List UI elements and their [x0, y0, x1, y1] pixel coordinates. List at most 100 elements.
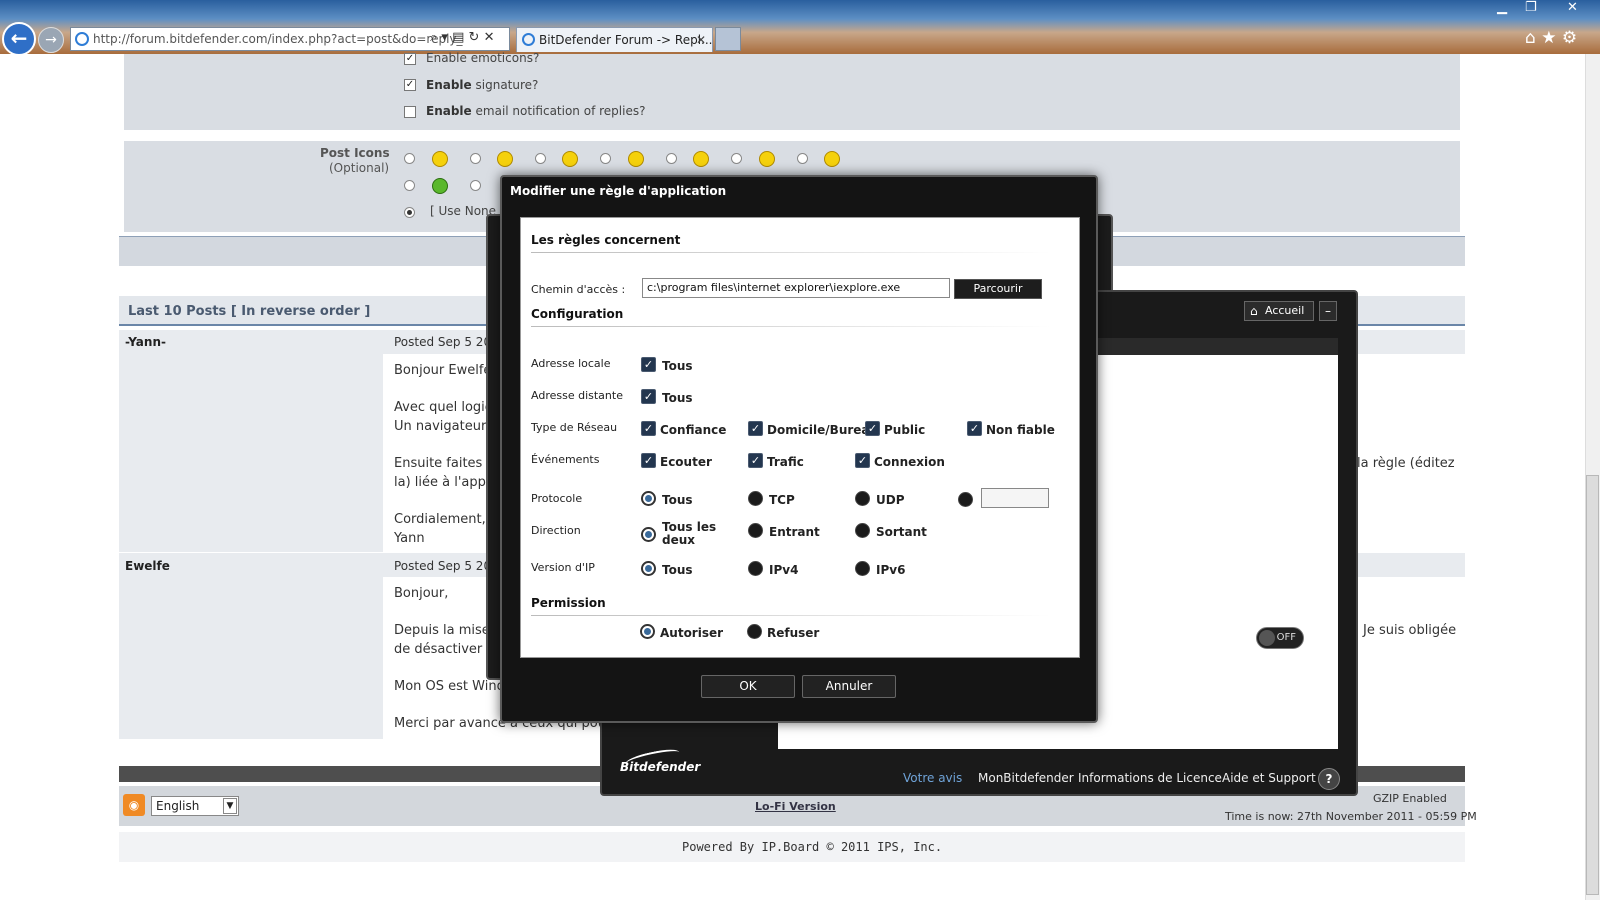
browse-button[interactable]: Parcourir — [954, 279, 1042, 299]
permission-section-title: Permission — [531, 596, 606, 610]
protocol-other-radio[interactable] — [958, 492, 973, 507]
post-line: la règle (éditez — [1357, 456, 1455, 471]
post-icon-radio[interactable] — [470, 153, 481, 164]
lofi-link[interactable]: Lo-Fi Version — [755, 800, 836, 813]
post-line: Yann — [394, 531, 425, 546]
direction-sortant-radio[interactable] — [855, 523, 870, 538]
ip-v4-radio[interactable] — [748, 561, 763, 576]
tab-close-icon[interactable]: ✕ — [696, 28, 706, 52]
signature-checkbox[interactable]: ✓ — [404, 79, 416, 91]
post-line: Mon OS est Wind — [394, 679, 505, 694]
post-author: -Yann- — [125, 335, 166, 349]
remote-address-label: Adresse distante — [531, 389, 623, 402]
support-link[interactable]: Aide et Support — [1222, 771, 1316, 785]
protocol-tous-radio[interactable] — [641, 491, 656, 506]
permission-deny-radio[interactable] — [747, 624, 762, 639]
post-icon-radio[interactable] — [666, 153, 677, 164]
post-line: la) liée à l'appli — [394, 475, 494, 490]
post-icon-radio[interactable] — [535, 153, 546, 164]
post-icon-radio[interactable] — [404, 180, 415, 191]
protocol-udp-label: UDP — [876, 493, 905, 507]
back-button[interactable]: ← — [2, 22, 36, 56]
forward-button[interactable]: → — [38, 27, 64, 53]
local-address-label: Adresse locale — [531, 357, 611, 370]
protocol-other-input[interactable] — [981, 488, 1049, 508]
browser-tab[interactable]: BitDefender Forum -> Repl... ✕ — [516, 27, 713, 52]
cancel-button[interactable]: Annuler — [802, 675, 896, 698]
permission-deny-label: Refuser — [767, 626, 820, 640]
event-connexion-checkbox[interactable]: ✓ — [855, 453, 870, 468]
chevron-down-icon[interactable]: ▼ — [223, 798, 237, 814]
protocol-tous-label: Tous — [662, 493, 693, 507]
remote-all-checkbox[interactable]: ✓ — [641, 389, 656, 404]
gear-icon[interactable]: ⚙ — [1562, 28, 1577, 48]
network-domicile-checkbox[interactable]: ✓ — [748, 421, 763, 436]
permission-allow-label: Autoriser — [660, 626, 724, 640]
ok-button[interactable]: OK — [701, 675, 795, 698]
language-select[interactable]: English ▼ — [151, 796, 239, 816]
emoticons-checkbox[interactable]: ✓ — [404, 53, 416, 65]
dropdown-icon[interactable]: ▾ — [441, 30, 448, 45]
network-public-checkbox[interactable]: ✓ — [865, 421, 880, 436]
search-icon[interactable]: ⌕ — [430, 30, 437, 45]
new-tab-button[interactable] — [715, 27, 741, 51]
address-tools[interactable]: ⌕ ▾ ▤ ↻ ✕ — [430, 30, 494, 45]
post-icon-radio[interactable] — [404, 153, 415, 164]
scrollbar-thumb[interactable] — [1586, 475, 1599, 895]
browser-right-icons: ⌂ ★ ⚙ — [1525, 28, 1577, 48]
path-input[interactable]: c:\program files\internet explorer\iexpl… — [642, 278, 950, 298]
event-trafic-checkbox[interactable]: ✓ — [748, 453, 763, 468]
accueil-button[interactable]: Accueil — [1244, 301, 1314, 321]
direction-label: Direction — [531, 524, 581, 537]
direction-entrant-label: Entrant — [769, 525, 820, 539]
direction-entrant-radio[interactable] — [748, 523, 763, 538]
direction-both-radio[interactable] — [641, 527, 656, 542]
rss-icon[interactable]: ◉ — [123, 794, 145, 816]
protocol-tcp-radio[interactable] — [748, 491, 763, 506]
post-icons-label: Post Icons — [320, 146, 390, 160]
bitdefender-minimize-button[interactable]: – — [1319, 301, 1337, 321]
stop-icon[interactable]: ✕ — [484, 30, 495, 45]
gzip-status: GZIP Enabled — [1373, 792, 1447, 805]
path-label: Chemin d'accès : — [531, 283, 626, 296]
post-icon-radio[interactable] — [470, 180, 481, 191]
ie-icon — [75, 32, 89, 46]
permission-allow-radio[interactable] — [640, 624, 655, 639]
monbitdefender-link[interactable]: MonBitdefender — [978, 771, 1074, 785]
local-all-checkbox[interactable]: ✓ — [641, 357, 656, 372]
post-icon-radio[interactable] — [797, 153, 808, 164]
network-nonfiable-checkbox[interactable]: ✓ — [967, 421, 982, 436]
restore-icon[interactable]: ❐ — [1525, 0, 1537, 15]
direction-sortant-label: Sortant — [876, 525, 927, 539]
sick-icon — [432, 178, 448, 194]
refresh-icon[interactable]: ↻ — [469, 30, 480, 45]
ip-tous-radio[interactable] — [641, 561, 656, 576]
off-toggle[interactable]: OFF — [1256, 627, 1304, 649]
compat-icon[interactable]: ▤ — [452, 30, 464, 45]
surprised-icon — [693, 151, 709, 167]
votre-avis-link[interactable]: Votre avis — [903, 771, 962, 785]
laugh-icon — [759, 151, 775, 167]
post-line: Je suis obligée — [1363, 623, 1457, 638]
post-line: Avec quel logic — [394, 400, 492, 415]
use-none-radio[interactable] — [404, 207, 415, 218]
email-notify-checkbox[interactable] — [404, 106, 416, 118]
smile-icon — [432, 151, 448, 167]
ip-v6-radio[interactable] — [855, 561, 870, 576]
favorites-icon[interactable]: ★ — [1541, 28, 1556, 48]
minimize-icon[interactable]: ▁ — [1497, 0, 1507, 15]
post-icon-radio[interactable] — [731, 153, 742, 164]
close-window-icon[interactable]: ✕ — [1567, 0, 1578, 15]
event-ecouter-checkbox[interactable]: ✓ — [641, 453, 656, 468]
network-confiance-checkbox[interactable]: ✓ — [641, 421, 656, 436]
protocol-tcp-label: TCP — [769, 493, 795, 507]
home-icon[interactable]: ⌂ — [1525, 28, 1536, 48]
licence-link[interactable]: Informations de Licence — [1078, 771, 1222, 785]
help-button[interactable]: ? — [1318, 768, 1340, 790]
divider — [531, 615, 1051, 616]
post-line: de désactiver le — [394, 642, 499, 657]
dialog-title: Modifier une règle d'application — [510, 184, 727, 198]
event-ecouter-label: Ecouter — [660, 455, 712, 469]
post-icon-radio[interactable] — [600, 153, 611, 164]
protocol-udp-radio[interactable] — [855, 491, 870, 506]
